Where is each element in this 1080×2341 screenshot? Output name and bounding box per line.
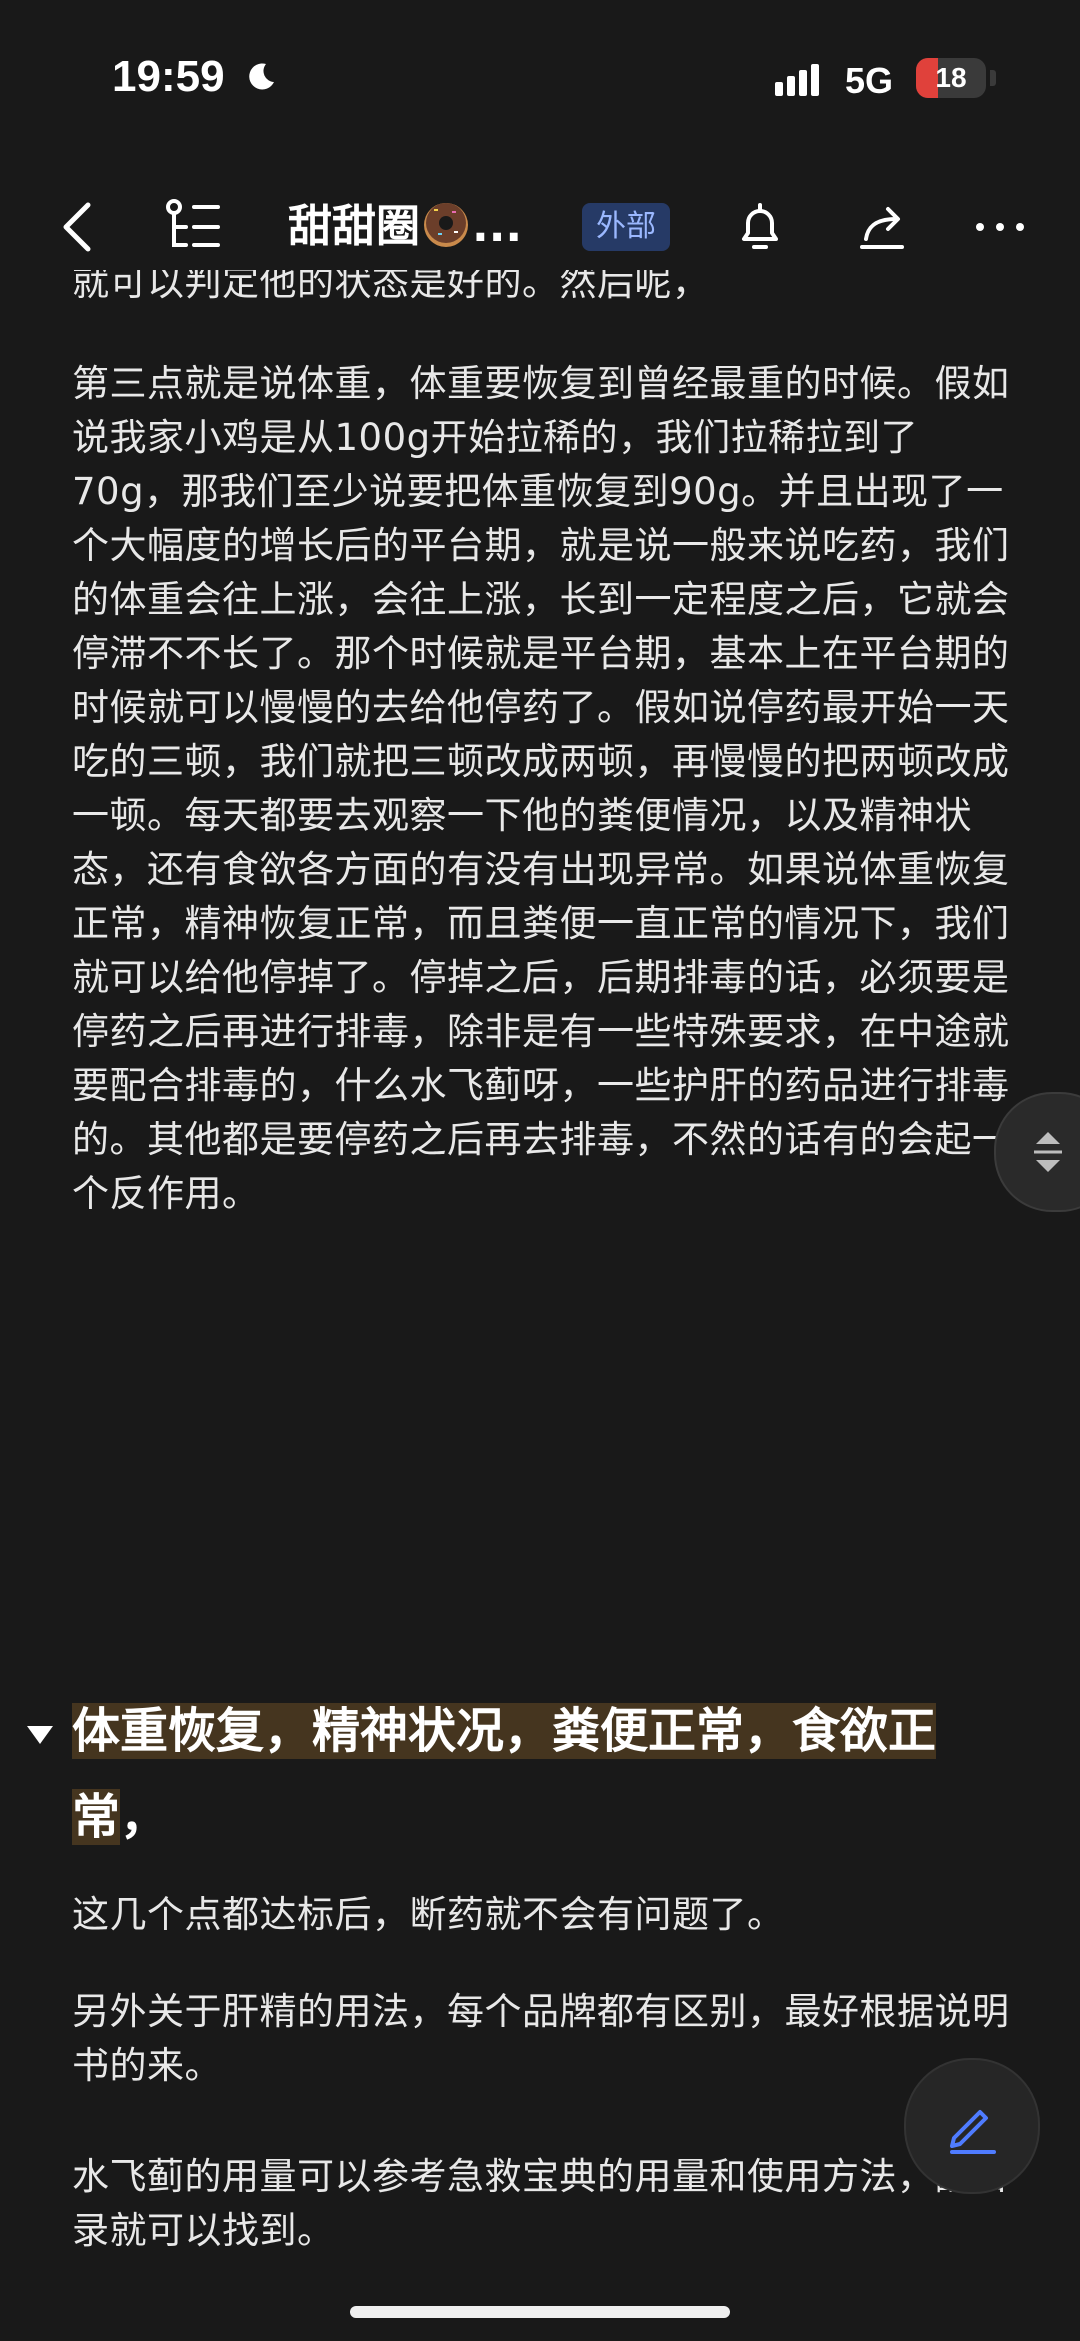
paragraph-2-text: 这几个点都达标后，断药就不会有问题了。 xyxy=(72,1893,785,1936)
home-indicator xyxy=(350,2306,730,2318)
paragraph-1-text: 第三点就是说体重，体重要恢复到曾经最重的时候。假如说我家小鸡是从100g开始拉稀… xyxy=(72,362,1010,1215)
doc-title-text: 甜甜圈 xyxy=(288,201,420,252)
paragraph-4-text: 水飞蓟的用量可以参考急救宝典的用量和使用方法，翻目录就可以找到。 xyxy=(72,2155,1010,2252)
battery-level: 18 xyxy=(935,62,967,93)
status-time: 19:59 xyxy=(112,52,225,101)
paragraph-3: 另外关于肝精的用法，每个品牌都有区别，最好根据说明书的来。 xyxy=(72,1985,1012,2093)
signal-icon xyxy=(775,64,819,96)
moon-icon xyxy=(249,63,274,90)
more-icon[interactable] xyxy=(970,197,1030,257)
section-heading: 体重恢复，精神状况，粪便正常，食欲正常， xyxy=(72,1688,972,1860)
back-arrow-icon[interactable] xyxy=(50,197,110,257)
paragraph-2: 这几个点都达标后，断药就不会有问题了。 xyxy=(72,1888,1012,1942)
external-badge: 外部 xyxy=(582,203,670,251)
partial-paragraph: 就可以判定他的状态是好的。然后呢， xyxy=(72,270,1012,324)
edit-button[interactable] xyxy=(904,2058,1040,2194)
heading-highlighted-text: 体重恢复，精神状况，粪便正常，食欲正常 xyxy=(72,1703,937,1845)
doc-title-ellipsis: ... xyxy=(472,201,523,252)
collapse-caret-icon[interactable] xyxy=(25,1724,55,1746)
bell-icon[interactable] xyxy=(730,197,790,257)
heading-tail-text: ， xyxy=(120,1789,169,1845)
status-bar: 19:59 5G 18 xyxy=(0,0,1080,160)
battery-tip xyxy=(990,70,996,86)
top-nav-bar: 甜甜圈 ... 外部 xyxy=(0,175,1080,275)
outline-icon[interactable] xyxy=(162,197,222,257)
network-type: 5G xyxy=(845,60,894,101)
partial-paragraph-text: 就可以判定他的状态是好的。然后呢， xyxy=(72,270,710,304)
donut-emoji-icon xyxy=(424,203,468,247)
scroll-arrows-icon xyxy=(1034,1132,1062,1172)
paragraph-1: 第三点就是说体重，体重要恢复到曾经最重的时候。假如说我家小鸡是从100g开始拉稀… xyxy=(72,357,1012,1221)
paragraph-4: 水飞蓟的用量可以参考急救宝典的用量和使用方法，翻目录就可以找到。 xyxy=(72,2150,1012,2258)
battery-indicator: 18 xyxy=(916,58,986,98)
pencil-icon xyxy=(950,2110,996,2154)
share-icon[interactable] xyxy=(852,197,912,257)
paragraph-3-text: 另外关于肝精的用法，每个品牌都有区别，最好根据说明书的来。 xyxy=(72,1990,1010,2087)
doc-title[interactable]: 甜甜圈 ... xyxy=(288,197,522,257)
